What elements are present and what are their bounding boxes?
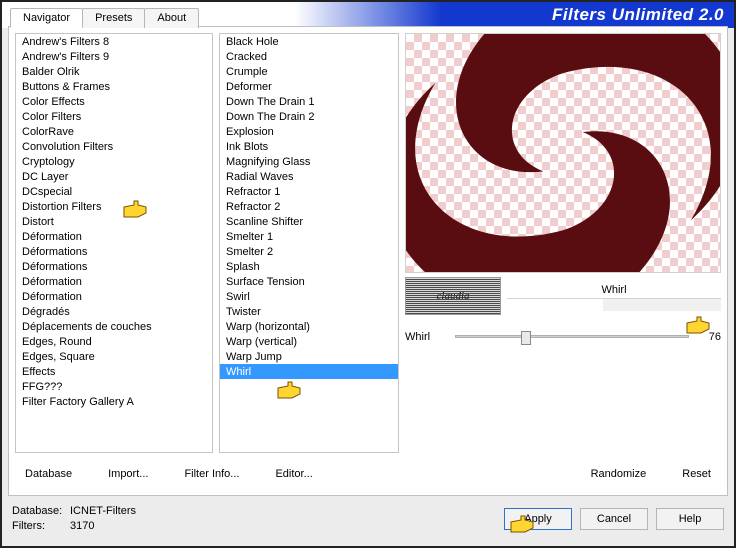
effect-name-label: Whirl bbox=[507, 282, 721, 299]
param-slider[interactable] bbox=[451, 329, 693, 344]
list-item[interactable]: Déformations bbox=[16, 259, 212, 274]
list-item[interactable]: Radial Waves bbox=[220, 169, 398, 184]
list-item[interactable]: Surface Tension bbox=[220, 274, 398, 289]
list-item[interactable]: DC Layer bbox=[16, 169, 212, 184]
list-item[interactable]: Magnifying Glass bbox=[220, 154, 398, 169]
filter-info-button[interactable]: Filter Info... bbox=[174, 464, 249, 484]
list-item[interactable]: Ink Blots bbox=[220, 139, 398, 154]
list-item[interactable]: Dégradés bbox=[16, 304, 212, 319]
param-label: Whirl bbox=[405, 331, 451, 343]
list-item[interactable]: Warp (horizontal) bbox=[220, 319, 398, 334]
list-item[interactable]: Filter Factory Gallery A bbox=[16, 394, 212, 409]
list-item[interactable]: Down The Drain 2 bbox=[220, 109, 398, 124]
list-item[interactable]: Refractor 1 bbox=[220, 184, 398, 199]
whirl-swirl-shape bbox=[405, 33, 721, 273]
list-item[interactable]: Déformation bbox=[16, 229, 212, 244]
list-item[interactable]: Whirl bbox=[220, 364, 398, 379]
list-item[interactable]: Cracked bbox=[220, 49, 398, 64]
param-value: 76 bbox=[693, 331, 721, 343]
preview-column: claudia Whirl Whirl 76 bbox=[405, 33, 721, 453]
list-item[interactable]: Refractor 2 bbox=[220, 199, 398, 214]
list-item[interactable]: Balder Olrik bbox=[16, 64, 212, 79]
list-item[interactable]: Black Hole bbox=[220, 34, 398, 49]
list-item[interactable]: Warp Jump bbox=[220, 349, 398, 364]
help-button[interactable]: Help bbox=[656, 508, 724, 530]
tab-strip: Navigator Presets About bbox=[10, 8, 198, 28]
apply-button[interactable]: Apply bbox=[504, 508, 572, 530]
list-item[interactable]: Smelter 2 bbox=[220, 244, 398, 259]
list-item[interactable]: Color Effects bbox=[16, 94, 212, 109]
database-name: ICNET-Filters bbox=[70, 505, 136, 517]
navigator-panel: Andrew's Filters 8Andrew's Filters 9Bald… bbox=[8, 26, 728, 496]
param-whirl: Whirl 76 bbox=[405, 329, 721, 344]
filters-count: 3170 bbox=[70, 520, 94, 532]
list-item[interactable]: Distortion Filters bbox=[16, 199, 212, 214]
list-item[interactable]: Déplacements de couches bbox=[16, 319, 212, 334]
randomize-button[interactable]: Randomize bbox=[581, 464, 657, 484]
list-item[interactable]: Déformation bbox=[16, 274, 212, 289]
tab-navigator[interactable]: Navigator bbox=[10, 8, 83, 28]
category-list[interactable]: Andrew's Filters 8Andrew's Filters 9Bald… bbox=[15, 33, 213, 453]
list-item[interactable]: Color Filters bbox=[16, 109, 212, 124]
footer-bar: Database:ICNET-Filters Filters:3170 Appl… bbox=[12, 500, 724, 538]
panel-button-row: Database Import... Filter Info... Editor… bbox=[15, 459, 721, 489]
list-item[interactable]: Effects bbox=[16, 364, 212, 379]
preview-image bbox=[405, 33, 721, 273]
cancel-button[interactable]: Cancel bbox=[580, 508, 648, 530]
list-item[interactable]: Smelter 1 bbox=[220, 229, 398, 244]
list-item[interactable]: FFG??? bbox=[16, 379, 212, 394]
list-item[interactable]: Crumple bbox=[220, 64, 398, 79]
app-title: Filters Unlimited 2.0 bbox=[552, 5, 724, 25]
author-badge: claudia bbox=[405, 277, 501, 315]
list-item[interactable]: Andrew's Filters 9 bbox=[16, 49, 212, 64]
filter-list[interactable]: Black HoleCrackedCrumpleDeformerDown The… bbox=[219, 33, 399, 453]
list-item[interactable]: Andrew's Filters 8 bbox=[16, 34, 212, 49]
tab-about[interactable]: About bbox=[144, 8, 199, 28]
database-button[interactable]: Database bbox=[15, 464, 82, 484]
reset-button[interactable]: Reset bbox=[672, 464, 721, 484]
list-item[interactable]: Splash bbox=[220, 259, 398, 274]
list-item[interactable]: Cryptology bbox=[16, 154, 212, 169]
tab-presets[interactable]: Presets bbox=[82, 8, 145, 28]
list-item[interactable]: Explosion bbox=[220, 124, 398, 139]
list-item[interactable]: Déformations bbox=[16, 244, 212, 259]
list-item[interactable]: Déformation bbox=[16, 289, 212, 304]
list-item[interactable]: Deformer bbox=[220, 79, 398, 94]
list-item[interactable]: Edges, Square bbox=[16, 349, 212, 364]
import-button[interactable]: Import... bbox=[98, 464, 158, 484]
list-item[interactable]: Warp (vertical) bbox=[220, 334, 398, 349]
list-item[interactable]: Convolution Filters bbox=[16, 139, 212, 154]
list-item[interactable]: Distort bbox=[16, 214, 212, 229]
list-item[interactable]: Down The Drain 1 bbox=[220, 94, 398, 109]
list-item[interactable]: DCspecial bbox=[16, 184, 212, 199]
list-item[interactable]: ColorRave bbox=[16, 124, 212, 139]
list-item[interactable]: Twister bbox=[220, 304, 398, 319]
editor-button[interactable]: Editor... bbox=[265, 464, 322, 484]
list-item[interactable]: Swirl bbox=[220, 289, 398, 304]
footer-info: Database:ICNET-Filters Filters:3170 bbox=[12, 504, 136, 534]
list-item[interactable]: Buttons & Frames bbox=[16, 79, 212, 94]
list-item[interactable]: Edges, Round bbox=[16, 334, 212, 349]
list-item[interactable]: Scanline Shifter bbox=[220, 214, 398, 229]
